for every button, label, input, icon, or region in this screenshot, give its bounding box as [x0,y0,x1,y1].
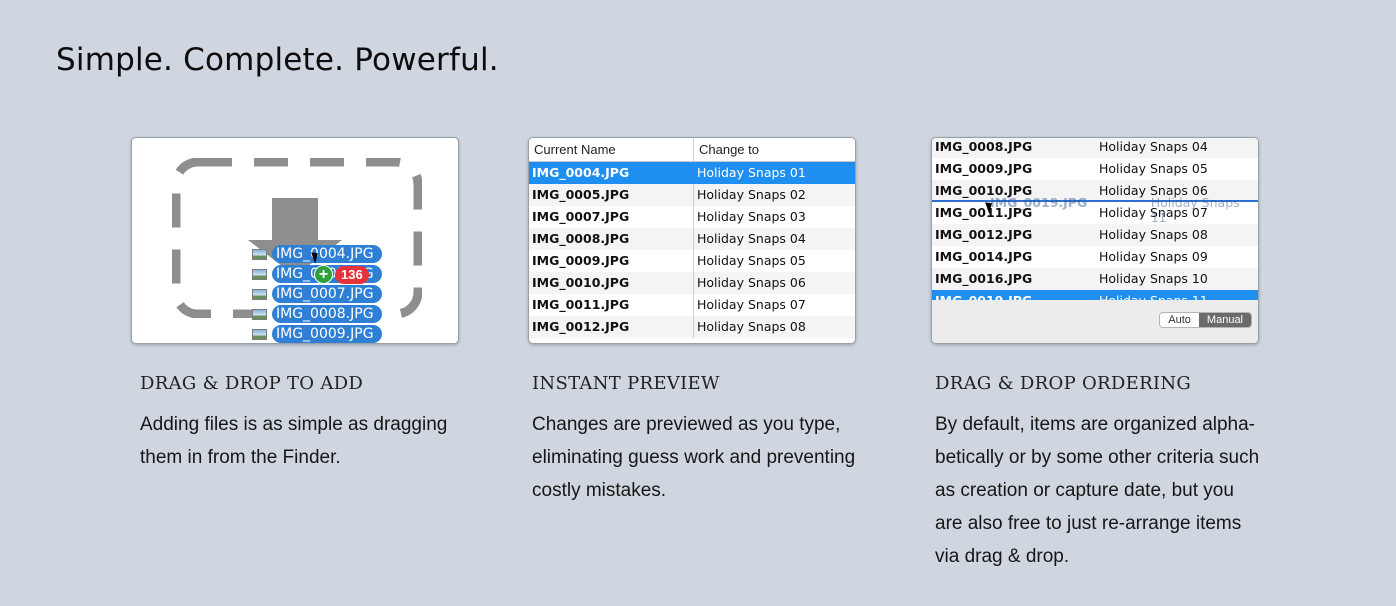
mode-manual-button[interactable]: Manual [1198,313,1251,327]
drag-drop-add-illustration: IMG_0004.JPG IMG_0005.JPG IMG_0007.JPG I… [131,137,459,344]
feature-description: Adding files is as simple as dragging th… [140,414,448,468]
image-file-icon [252,328,267,340]
table-row[interactable]: IMG_0012.JPG Holiday Snaps 08 [529,316,855,338]
column-header-current-name[interactable]: Current Name [529,138,693,161]
dragged-row-ghost: IMG_0019.JPG Holiday Snaps 11 [990,195,1240,225]
drag-file-item: IMG_0008.JPG [252,305,382,323]
instant-preview-table: Current Name Change to IMG_0004.JPG Holi… [528,137,856,344]
table-row[interactable]: IMG_0007.JPG Holiday Snaps 03 [529,206,855,228]
page-headline: Simple. Complete. Powerful. [56,42,499,78]
drag-drop-ordering-table: IMG_0008.JPG Holiday Snaps 04 IMG_0009.J… [931,137,1259,344]
drag-file-item: IMG_0007.JPG [252,285,382,303]
table-row[interactable]: IMG_0009.JPG Holiday Snaps 05 [529,250,855,272]
table-row[interactable]: IMG_0008.JPG Holiday Snaps 04 [932,138,1258,158]
feature-description: Changes are previewed as you type, elimi… [532,414,856,501]
column-header-change-to[interactable]: Change to [693,138,855,161]
feature-description: By default, items are organized alpha-be… [935,414,1260,567]
drag-file-item: IMG_0009.JPG [252,325,382,343]
feature-title: DRAG & DROP TO ADD [140,373,364,394]
table-row[interactable]: IMG_0008.JPG Holiday Snaps 04 [529,228,855,250]
drop-arrow-shaft [272,198,318,242]
image-file-icon [252,268,267,280]
table-row[interactable]: IMG_0011.JPG Holiday Snaps 07 [529,294,855,316]
table-row[interactable]: IMG_0009.JPG Holiday Snaps 05 [932,158,1258,180]
table-row[interactable]: IMG_0005.JPG Holiday Snaps 02 [529,184,855,206]
image-file-icon [252,248,267,260]
mode-auto-button[interactable]: Auto [1160,313,1199,327]
table-row[interactable]: IMG_0010.JPG Holiday Snaps 06 [529,272,855,294]
table-row[interactable]: IMG_0014.JPG Holiday Snaps 09 [932,246,1258,268]
ordering-mode-bar: Auto Manual [932,300,1258,343]
feature-title: DRAG & DROP ORDERING [935,373,1192,394]
table-row[interactable]: IMG_0004.JPG Holiday Snaps 01 [529,162,855,184]
copy-plus-icon: + [314,265,333,284]
image-file-icon [252,288,267,300]
table-header: Current Name Change to [529,138,855,162]
drag-count-badge: 136 [335,266,369,284]
ordering-mode-toggle: Auto Manual [1159,312,1252,328]
feature-title: INSTANT PREVIEW [532,373,720,394]
image-file-icon [252,308,267,320]
table-row[interactable]: IMG_0012.JPG Holiday Snaps 08 [932,224,1258,246]
table-row[interactable]: IMG_0016.JPG Holiday Snaps 10 [932,268,1258,290]
